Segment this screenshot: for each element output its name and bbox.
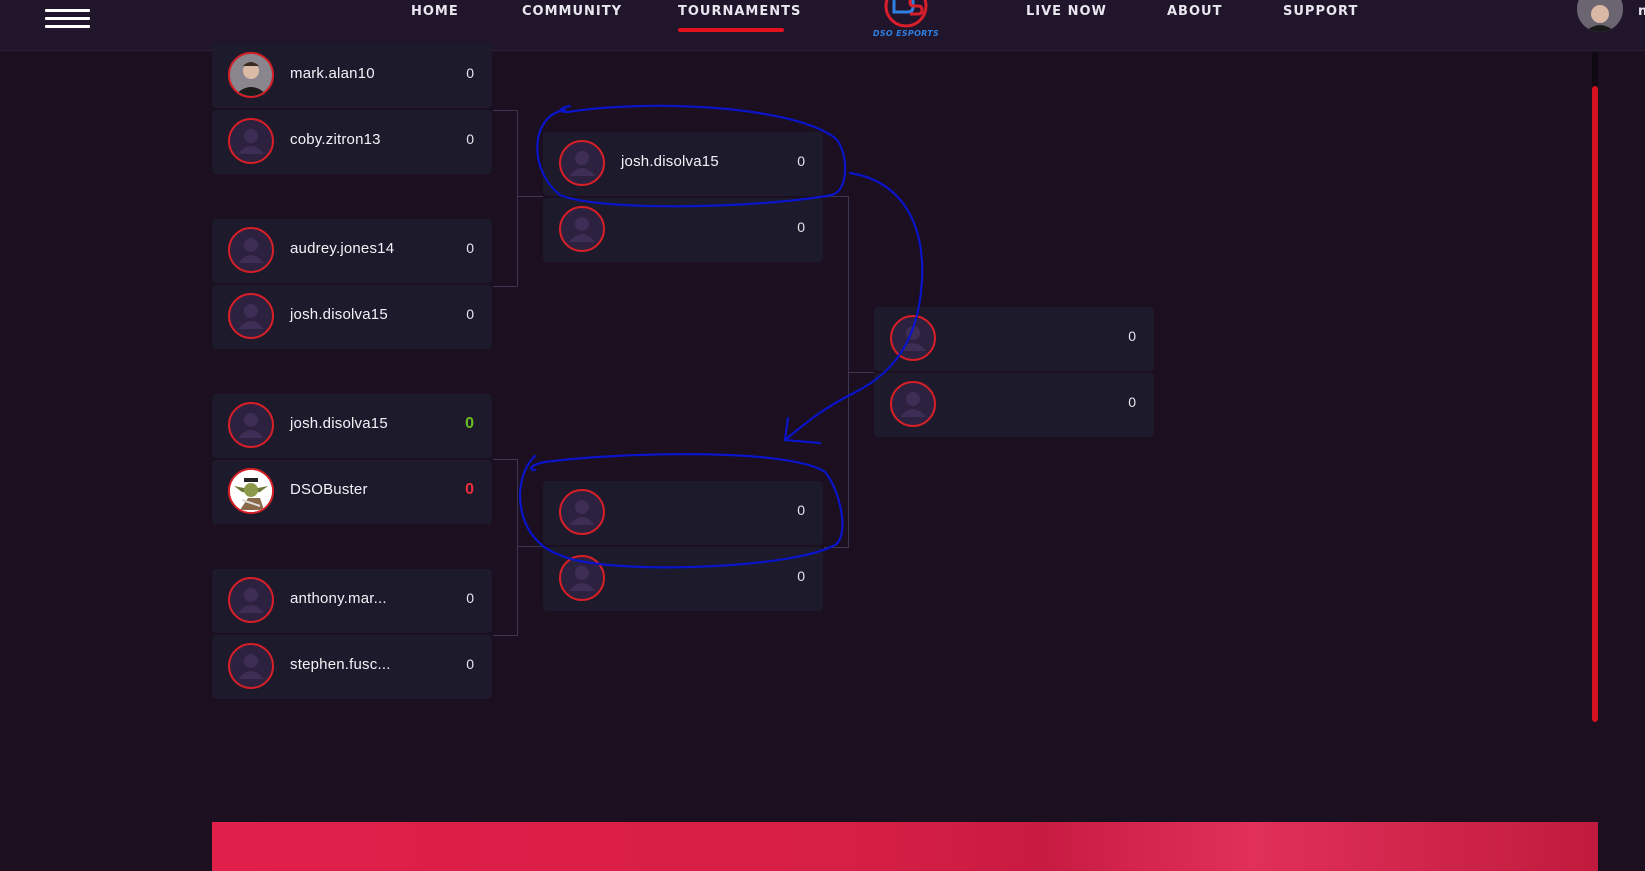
player-score: 0: [1128, 328, 1136, 344]
player-photo-icon: [230, 54, 272, 96]
default-user-icon: [228, 577, 274, 623]
player-name: mark.alan10: [290, 65, 375, 82]
nav-community[interactable]: COMMUNITY: [522, 4, 622, 19]
hamburger-menu-icon[interactable]: [45, 9, 90, 29]
player-slot[interactable]: 0: [543, 481, 823, 545]
user-photo-icon: [1577, 0, 1623, 32]
player-avatar: [228, 52, 274, 98]
round2-match-2: 0 0: [543, 481, 823, 613]
player-score: 0: [797, 153, 805, 169]
bracket-connector: [517, 546, 543, 547]
player-name: josh.disolva15: [621, 153, 719, 170]
player-score: 0: [797, 219, 805, 235]
player-slot[interactable]: josh.disolva15 0: [543, 132, 823, 196]
nav-tournaments[interactable]: TOURNAMENTS: [678, 4, 801, 19]
default-user-icon: [559, 206, 605, 252]
nav-support[interactable]: SUPPORT: [1283, 4, 1358, 19]
default-user-icon: [228, 118, 274, 164]
scrollbar-thumb[interactable]: [1592, 86, 1598, 722]
user-name[interactable]: n: [1638, 4, 1645, 19]
promo-banner: [212, 822, 1598, 871]
player-slot[interactable]: 0: [874, 373, 1154, 437]
player-score-win: 0: [465, 415, 474, 432]
player-slot[interactable]: DSOBuster 0: [212, 460, 492, 524]
player-slot[interactable]: 0: [874, 307, 1154, 371]
bracket-connector: [848, 372, 874, 373]
player-score: 0: [466, 65, 474, 81]
player-avatar-yoda: [228, 468, 274, 514]
player-score: 0: [466, 131, 474, 147]
logo-text: DSO ESPORTS: [872, 29, 940, 38]
default-user-icon: [559, 489, 605, 535]
player-slot[interactable]: coby.zitron13 0: [212, 110, 492, 174]
default-user-icon: [890, 315, 936, 361]
player-name: josh.disolva15: [290, 306, 388, 323]
nav-about[interactable]: ABOUT: [1167, 4, 1222, 19]
player-score: 0: [797, 502, 805, 518]
yoda-avatar-icon: [230, 470, 272, 512]
player-slot[interactable]: mark.alan10 0: [212, 44, 492, 108]
default-user-icon: [228, 643, 274, 689]
player-score: 0: [466, 590, 474, 606]
user-avatar[interactable]: [1577, 0, 1623, 32]
player-name: stephen.fusc...: [290, 656, 391, 673]
round1-match-4: anthony.mar... 0 stephen.fusc... 0: [212, 569, 492, 701]
player-slot[interactable]: audrey.jones14 0: [212, 219, 492, 283]
player-name: coby.zitron13: [290, 131, 381, 148]
player-score-loss: 0: [465, 481, 474, 498]
default-user-icon: [559, 140, 605, 186]
annotation-arrow-head: [783, 416, 822, 445]
player-slot[interactable]: josh.disolva15 0: [212, 394, 492, 458]
nav-active-indicator: [678, 28, 784, 32]
player-score: 0: [797, 568, 805, 584]
logo-emblem-icon: [884, 0, 928, 28]
player-name: DSOBuster: [290, 481, 368, 498]
player-name: josh.disolva15: [290, 415, 388, 432]
default-user-icon: [228, 402, 274, 448]
nav-live-now[interactable]: LIVE NOW: [1026, 4, 1107, 19]
player-score: 0: [466, 656, 474, 672]
player-slot[interactable]: anthony.mar... 0: [212, 569, 492, 633]
player-name: anthony.mar...: [290, 590, 387, 607]
round1-match-1: mark.alan10 0 coby.zitron13 0: [212, 44, 492, 176]
player-slot[interactable]: stephen.fusc... 0: [212, 635, 492, 699]
nav-home[interactable]: HOME: [411, 4, 459, 19]
bracket-connector: [517, 196, 543, 197]
default-user-icon: [228, 227, 274, 273]
dso-esports-logo[interactable]: DSO ESPORTS: [866, 0, 946, 42]
player-score: 0: [466, 240, 474, 256]
player-slot[interactable]: 0: [543, 198, 823, 262]
player-slot[interactable]: 0: [543, 547, 823, 611]
player-score: 0: [1128, 394, 1136, 410]
default-user-icon: [228, 293, 274, 339]
bracket-connector: [493, 110, 518, 287]
bracket-connector: [493, 459, 518, 636]
round2-match-1: josh.disolva15 0 0: [543, 132, 823, 264]
round3-match-1: 0 0: [874, 307, 1154, 439]
player-score: 0: [466, 306, 474, 322]
round1-match-3: josh.disolva15 0 DSOBuster 0: [212, 394, 492, 526]
round1-match-2: audrey.jones14 0 josh.disolva15 0: [212, 219, 492, 351]
bracket-connector: [824, 196, 849, 548]
player-slot[interactable]: josh.disolva15 0: [212, 285, 492, 349]
default-user-icon: [890, 381, 936, 427]
default-user-icon: [559, 555, 605, 601]
player-name: audrey.jones14: [290, 240, 395, 257]
